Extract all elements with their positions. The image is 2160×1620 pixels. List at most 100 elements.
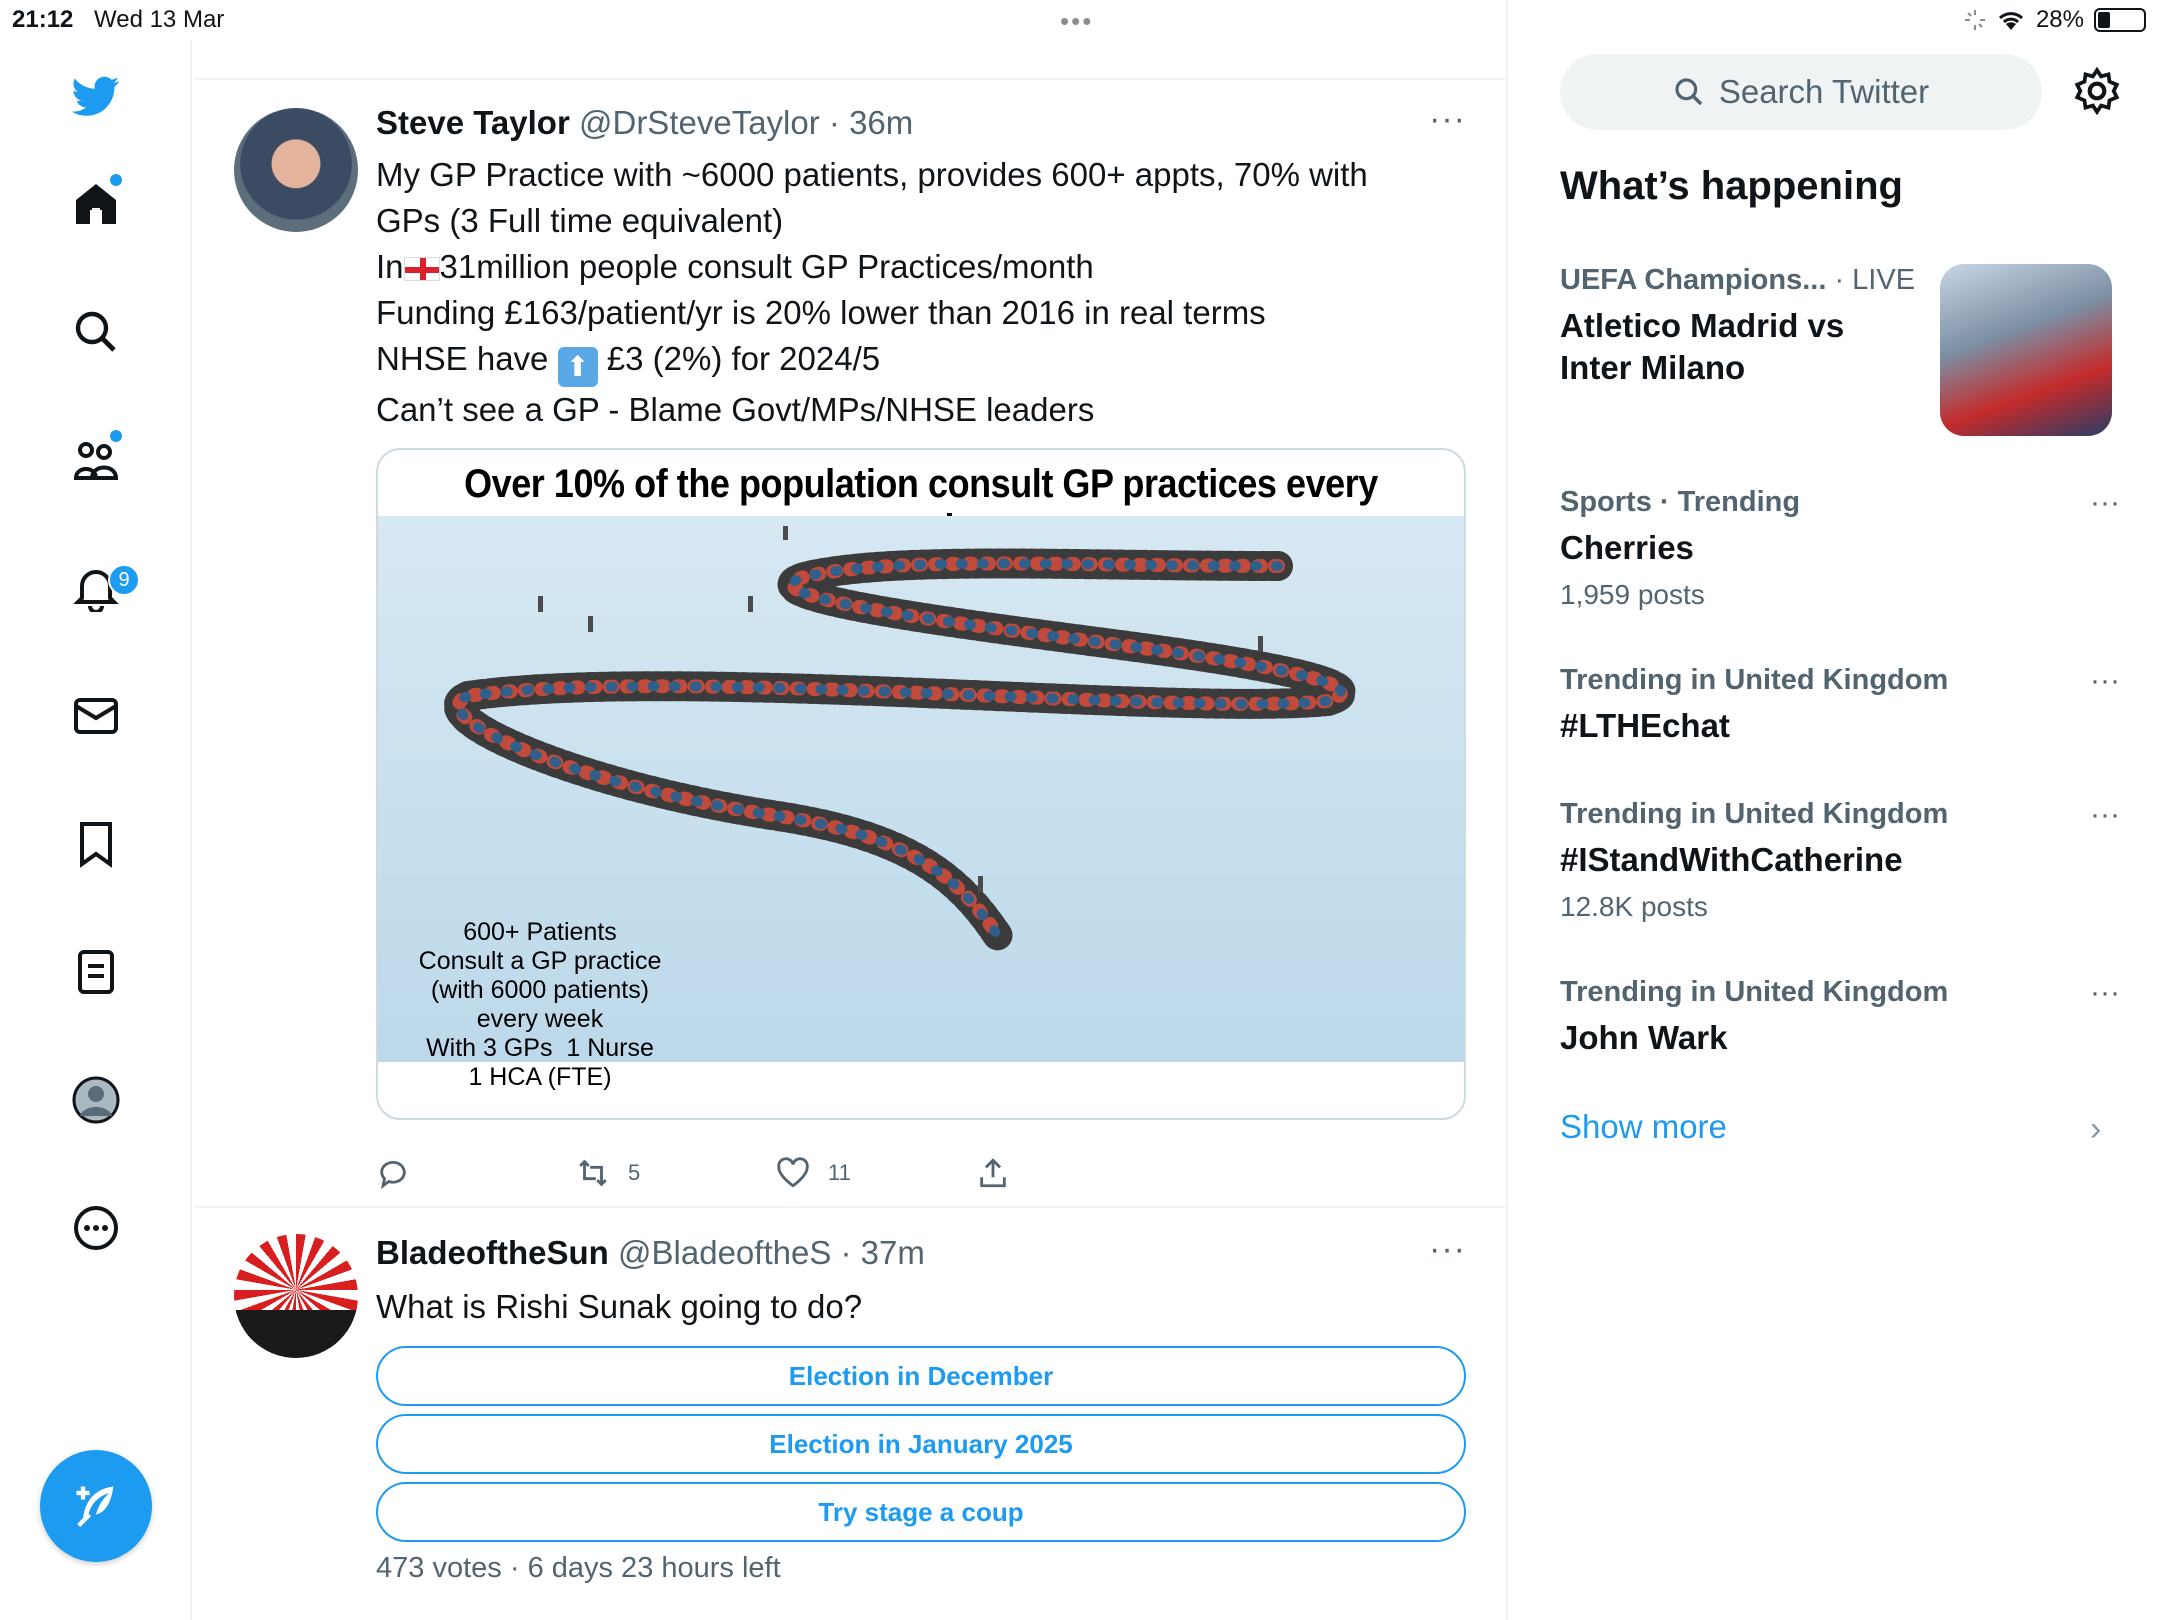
nav-home[interactable] (60, 168, 132, 240)
reply-button[interactable] (376, 1156, 410, 1190)
trend-meta: Trending in United Kingdom (1560, 664, 1949, 696)
caption-line: Consult a GP practice (418, 947, 662, 975)
up-arrow-icon: ⬆ (557, 347, 598, 387)
twitter-logo-icon[interactable] (60, 60, 132, 132)
tweet-header: BladeoftheSun @BladeoftheS · 37m (376, 1234, 925, 1272)
caption-line: (with 6000 patients) (430, 976, 650, 1004)
search-icon (75, 311, 116, 352)
author-name[interactable]: Steve Taylor (376, 104, 570, 141)
tweet-image[interactable]: Over 10% of the population consult GP pr… (376, 448, 1466, 1120)
poll-meta: 473 votes · 6 days 23 hours left (376, 1552, 781, 1585)
author-name[interactable]: BladeoftheSun (376, 1234, 609, 1271)
trend-title: Cherries (1560, 529, 1694, 566)
trend-item[interactable]: Trending in United Kingdom ··· #IStandWi… (1560, 798, 2120, 923)
nav-more[interactable] (60, 1192, 132, 1264)
tweet-time[interactable]: 36m (849, 104, 913, 141)
nav-profile[interactable] (60, 1064, 132, 1136)
list-icon (78, 950, 114, 994)
trend-more-icon[interactable]: ··· (2090, 798, 2120, 832)
author-handle[interactable]: @DrSteveTaylor (579, 104, 820, 141)
nav-lists[interactable] (60, 936, 132, 1008)
trend-meta: Trending in United Kingdom (1560, 976, 1949, 1008)
queue-illustration: 600+ Patients Consult a GP practice (wit… (378, 516, 1464, 1091)
like-button[interactable]: 11 (776, 1156, 851, 1190)
england-flag-icon (403, 257, 440, 281)
retweet-count: 5 (628, 1160, 641, 1185)
trend-more-icon[interactable]: ··· (2090, 486, 2120, 520)
poll-votes: 473 votes (376, 1552, 502, 1584)
trend-meta: Trending in United Kingdom (1560, 798, 1949, 830)
tweet-actions: 5 11 (376, 1156, 1376, 1196)
sidebar: Search Twitter What’s happening UEFA Cha… (1508, 0, 2160, 1620)
share-button[interactable] (976, 1156, 1010, 1190)
nav-notifications[interactable]: 9 (60, 552, 140, 624)
tweet-more-icon[interactable]: ··· (1429, 1230, 1466, 1269)
trend-more-icon[interactable]: ··· (2090, 664, 2120, 698)
nav-bookmarks[interactable] (60, 808, 132, 880)
left-navigation: 9 (0, 40, 192, 1620)
header-separator: · (828, 104, 840, 141)
tweet-line-part: NHSE have (376, 340, 549, 377)
caption-line: 1 HCA (FTE) (468, 1063, 612, 1091)
trend-title: John Wark (1560, 1019, 1728, 1056)
tweet-line: My GP Practice with ~6000 patients, prov… (376, 156, 1368, 193)
trend-title: Atletico Madrid vs Inter Milano (1560, 305, 1940, 389)
communities-unread-dot (110, 430, 122, 442)
trend-item[interactable]: Sports · Trending ··· Cherries 1,959 pos… (1560, 486, 2120, 611)
trend-more-icon[interactable]: ··· (2090, 976, 2120, 1010)
tweet-line: NHSE have ⬆ £3 (2%) for 2024/5 (376, 336, 1466, 387)
trend-item[interactable]: Trending in United Kingdom ··· John Wark (1560, 976, 2120, 1059)
trend-meta: UEFA Champions... · LIVE (1560, 264, 1940, 297)
tweet-text: My GP Practice with ~6000 patients, prov… (376, 152, 1466, 433)
whats-happening-heading: What’s happening (1560, 164, 1903, 208)
trend-posts: 1,959 posts (1560, 579, 1705, 610)
share-icon (980, 1158, 1006, 1188)
caption-line: With 3 GPs 1 Nurse (426, 1034, 654, 1062)
poll-option[interactable]: Try stage a coup (376, 1482, 1466, 1542)
tweet-line-part: 31million people consult GP Practices/mo… (439, 248, 1094, 285)
poll-option[interactable]: Election in January 2025 (376, 1414, 1466, 1474)
nav-explore[interactable] (60, 296, 132, 368)
tweet[interactable]: Steve Taylor @DrSteveTaylor · 36m ··· My… (194, 80, 1506, 1206)
trend-thumbnail[interactable] (1940, 264, 2112, 436)
search-box[interactable]: Search Twitter (1560, 54, 2042, 130)
compose-tweet-button[interactable] (40, 1450, 152, 1562)
more-circle-icon (74, 1206, 118, 1250)
trend-posts: 12.8K posts (1560, 891, 1708, 922)
header-separator: · (840, 1234, 852, 1271)
tweet-more-icon[interactable]: ··· (1429, 100, 1466, 139)
tweet-line: GPs (3 Full time equivalent) (376, 202, 784, 239)
poll-separator: · (509, 1552, 520, 1584)
trend-title: #LTHEchat (1560, 707, 1730, 744)
home-unread-dot (110, 174, 122, 186)
trend-title: #IStandWithCatherine (1560, 841, 1903, 878)
avatar[interactable] (234, 1234, 358, 1358)
like-count: 11 (828, 1160, 851, 1185)
trend-item[interactable]: UEFA Champions... · LIVE Atletico Madrid… (1560, 264, 1940, 389)
trend-item[interactable]: Trending in United Kingdom ··· #LTHEchat (1560, 664, 2120, 747)
notifications-badge: 9 (108, 564, 140, 596)
poll-option[interactable]: Election in December (376, 1346, 1466, 1406)
tweet-line: In 31million people consult GP Practices/… (376, 244, 1466, 290)
settings-button[interactable] (2072, 66, 2122, 116)
trend-category: UEFA Champions... (1560, 264, 1827, 296)
tweet[interactable]: BladeoftheSun @BladeoftheS · 37m ··· Wha… (194, 1208, 1506, 1620)
retweet-icon (579, 1159, 607, 1187)
communities-icon (73, 442, 119, 480)
nav-messages[interactable] (60, 680, 132, 752)
nav-communities[interactable] (60, 424, 132, 496)
chevron-right-icon: › (2090, 1110, 2102, 1148)
author-handle[interactable]: @BladeoftheS (618, 1234, 831, 1271)
timeline: Steve Taylor @DrSteveTaylor · 36m ··· My… (194, 0, 1508, 1620)
mail-icon (74, 698, 118, 734)
tweet-line-part: In (376, 248, 404, 285)
tweet-time[interactable]: 37m (861, 1234, 925, 1271)
poll-time-left: 6 days 23 hours left (527, 1552, 781, 1584)
home-icon (76, 184, 116, 224)
avatar[interactable] (234, 108, 358, 232)
tweet-header: Steve Taylor @DrSteveTaylor · 36m (376, 104, 913, 142)
tweet-line-part: £3 (2%) for 2024/5 (597, 340, 881, 377)
retweet-button[interactable]: 5 (576, 1156, 640, 1190)
show-more-link[interactable]: Show more (1560, 1108, 1727, 1146)
tweet-line: Can’t see a GP - Blame Govt/MPs/NHSE lea… (376, 391, 1095, 428)
